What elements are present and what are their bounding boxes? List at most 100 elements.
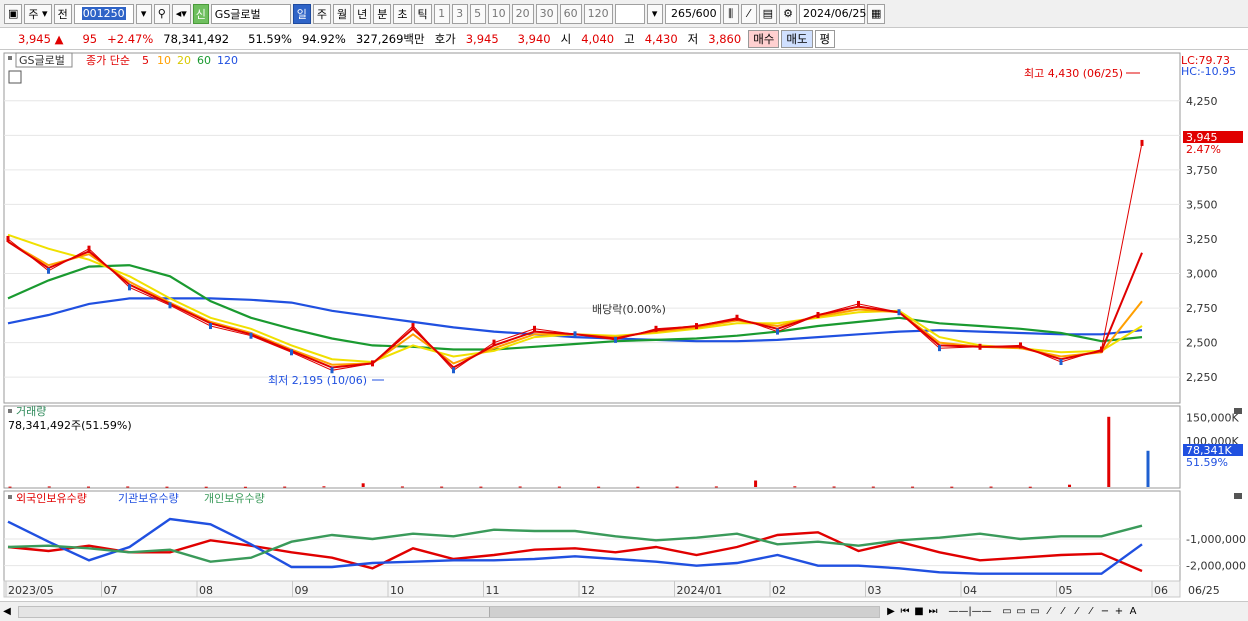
candle-mark xyxy=(776,328,779,335)
tick-button-3[interactable]: 3 xyxy=(451,3,468,24)
grid-toggle-icon[interactable] xyxy=(8,70,22,84)
zoom-in-icon[interactable]: + xyxy=(1112,605,1126,619)
candle-mark xyxy=(290,349,293,356)
legend-marker xyxy=(8,56,12,60)
period-tick-tab[interactable]: 틱 xyxy=(413,3,432,24)
zoom-slider[interactable]: ——|—— xyxy=(940,605,1000,619)
stock-code-value: 001250 xyxy=(81,7,126,20)
chart-area[interactable]: 4,2504,0003,7503,5003,2503,0002,7502,500… xyxy=(0,51,1248,601)
draw-icon-2[interactable]: ⁄ xyxy=(1056,605,1070,619)
stock-code-input[interactable]: 001250 xyxy=(73,3,134,24)
layout-icon-3[interactable]: ▭ xyxy=(1028,605,1042,619)
font-size-icon[interactable]: A xyxy=(1126,605,1140,619)
volume-bar xyxy=(557,486,561,488)
x-tick-label: 11 xyxy=(486,584,500,597)
layout-icon-2[interactable]: ▭ xyxy=(1014,605,1028,619)
volume-bar xyxy=(950,486,954,488)
eval-button[interactable]: 평 xyxy=(814,29,836,48)
tick-button-10[interactable]: 10 xyxy=(487,3,510,24)
draw-icon-4[interactable]: ⁄ xyxy=(1084,605,1098,619)
period-second-tab[interactable]: 초 xyxy=(393,3,412,24)
tick-custom-input[interactable] xyxy=(614,3,645,24)
draw-icon-1[interactable]: ⁄ xyxy=(1042,605,1056,619)
sell-button[interactable]: 매도 xyxy=(781,29,813,48)
calendar-icon[interactable]: ▦ xyxy=(866,3,886,24)
high-value: 4,430 xyxy=(644,31,678,46)
prev-button[interactable]: 전 xyxy=(53,3,72,24)
volume-bar xyxy=(204,486,208,488)
volume-bar xyxy=(283,486,287,488)
period-mode-select[interactable]: 주 ▾ xyxy=(24,3,52,24)
candle-type-icon[interactable]: ⫼ xyxy=(722,3,739,24)
x-tick-label: 12 xyxy=(581,584,595,597)
x-tick-label: 09 xyxy=(295,584,309,597)
price-tick-label: 3,000 xyxy=(1186,268,1218,281)
volume-y-axis: 150,000K100,000K xyxy=(1186,412,1239,448)
period-minute-tab[interactable]: 분 xyxy=(373,3,392,24)
save-icon[interactable]: ▤ xyxy=(758,3,778,24)
candle-mark xyxy=(47,267,50,274)
tick-button-5[interactable]: 5 xyxy=(469,3,486,24)
tick-button-1[interactable]: 1 xyxy=(433,3,450,24)
draw-icon-3[interactable]: ⁄ xyxy=(1070,605,1084,619)
volume-tick-label: 150,000K xyxy=(1186,412,1239,425)
scroll-left-icon[interactable]: ◀ xyxy=(0,605,14,619)
price-tick-label: 2,250 xyxy=(1186,371,1218,384)
candle-mark xyxy=(330,367,334,374)
bottom-scrollbar[interactable]: ◀ ▶ ⏮ ■ ⏭ ——|—— ▭ ▭ ▭ ⁄ ⁄ ⁄ ⁄ − + A xyxy=(0,601,1248,621)
stock-name-field[interactable]: GS글로벌 xyxy=(210,3,291,24)
volume-bar xyxy=(832,486,836,488)
candle-mark xyxy=(87,245,91,252)
candle-mark xyxy=(1019,342,1022,349)
draw-tool-icon[interactable]: ⁄ xyxy=(740,3,757,24)
code-dropdown-icon[interactable]: ▾ xyxy=(135,3,152,24)
ratio-value: 94.92% xyxy=(301,31,346,46)
candle-mark xyxy=(6,235,10,242)
period-year-tab[interactable]: 년 xyxy=(353,3,372,24)
forward-icon[interactable]: ⏭ xyxy=(926,605,940,619)
speaker-icon[interactable]: ◂▾ xyxy=(171,3,191,24)
volume-panel-close-icon[interactable] xyxy=(1234,408,1242,414)
candle-mark xyxy=(1100,346,1103,353)
period-day-tab[interactable]: 일 xyxy=(292,3,311,24)
buy-button[interactable]: 매수 xyxy=(748,29,780,48)
gear-icon[interactable]: ⚙ xyxy=(779,3,797,24)
candle-mark xyxy=(573,331,577,338)
holding-panel-close-icon[interactable] xyxy=(1234,493,1242,499)
x-tick-label: 02 xyxy=(772,584,786,597)
high-label: 고 xyxy=(624,31,635,46)
ask-value: 3,945 xyxy=(465,31,499,46)
scroll-right-icon[interactable]: ▶ xyxy=(884,605,898,619)
stop-icon[interactable]: ■ xyxy=(912,605,926,619)
credit-badge: 신 xyxy=(192,3,209,24)
legend-ma60: 60 xyxy=(197,54,211,67)
tick-button-30[interactable]: 30 xyxy=(535,3,558,24)
tick-button-20[interactable]: 20 xyxy=(511,3,534,24)
candle-mark xyxy=(735,314,739,321)
price-tick-label: 2,750 xyxy=(1186,302,1218,315)
tick-button-120[interactable]: 120 xyxy=(583,3,613,24)
tick-dropdown-icon[interactable]: ▾ xyxy=(646,3,663,24)
layout-icon-1[interactable]: ▭ xyxy=(1000,605,1014,619)
volume-bar xyxy=(597,486,601,488)
candle-mark xyxy=(209,323,212,330)
window-icon[interactable]: ▣ xyxy=(4,3,23,24)
volume-title: 거래량 xyxy=(16,405,46,418)
price-tick-label: 4,250 xyxy=(1186,95,1218,108)
ask-label: 호가 xyxy=(434,31,456,46)
zoom-out-icon[interactable]: − xyxy=(1098,605,1112,619)
period-week-tab[interactable]: 주 xyxy=(312,3,332,24)
volume-value-label: 78,341,492주(51.59%) xyxy=(8,419,132,432)
price-tick-label: 3,250 xyxy=(1186,233,1218,246)
x-tick-label: 2024/01 xyxy=(677,584,723,597)
rewind-icon[interactable]: ⏮ xyxy=(898,605,912,619)
volume-bar xyxy=(754,480,758,487)
scroll-thumb[interactable] xyxy=(489,606,879,617)
date-field[interactable]: 2024/06/25 xyxy=(798,3,866,24)
tick-button-60[interactable]: 60 xyxy=(559,3,582,24)
count-field[interactable]: 265/600 xyxy=(664,3,721,24)
scroll-track[interactable] xyxy=(18,605,880,618)
search-icon[interactable]: ⚲ xyxy=(153,3,170,24)
chart-svg[interactable]: 4,2504,0003,7503,5003,2503,0002,7502,500… xyxy=(0,51,1248,601)
period-month-tab[interactable]: 월 xyxy=(333,3,352,24)
